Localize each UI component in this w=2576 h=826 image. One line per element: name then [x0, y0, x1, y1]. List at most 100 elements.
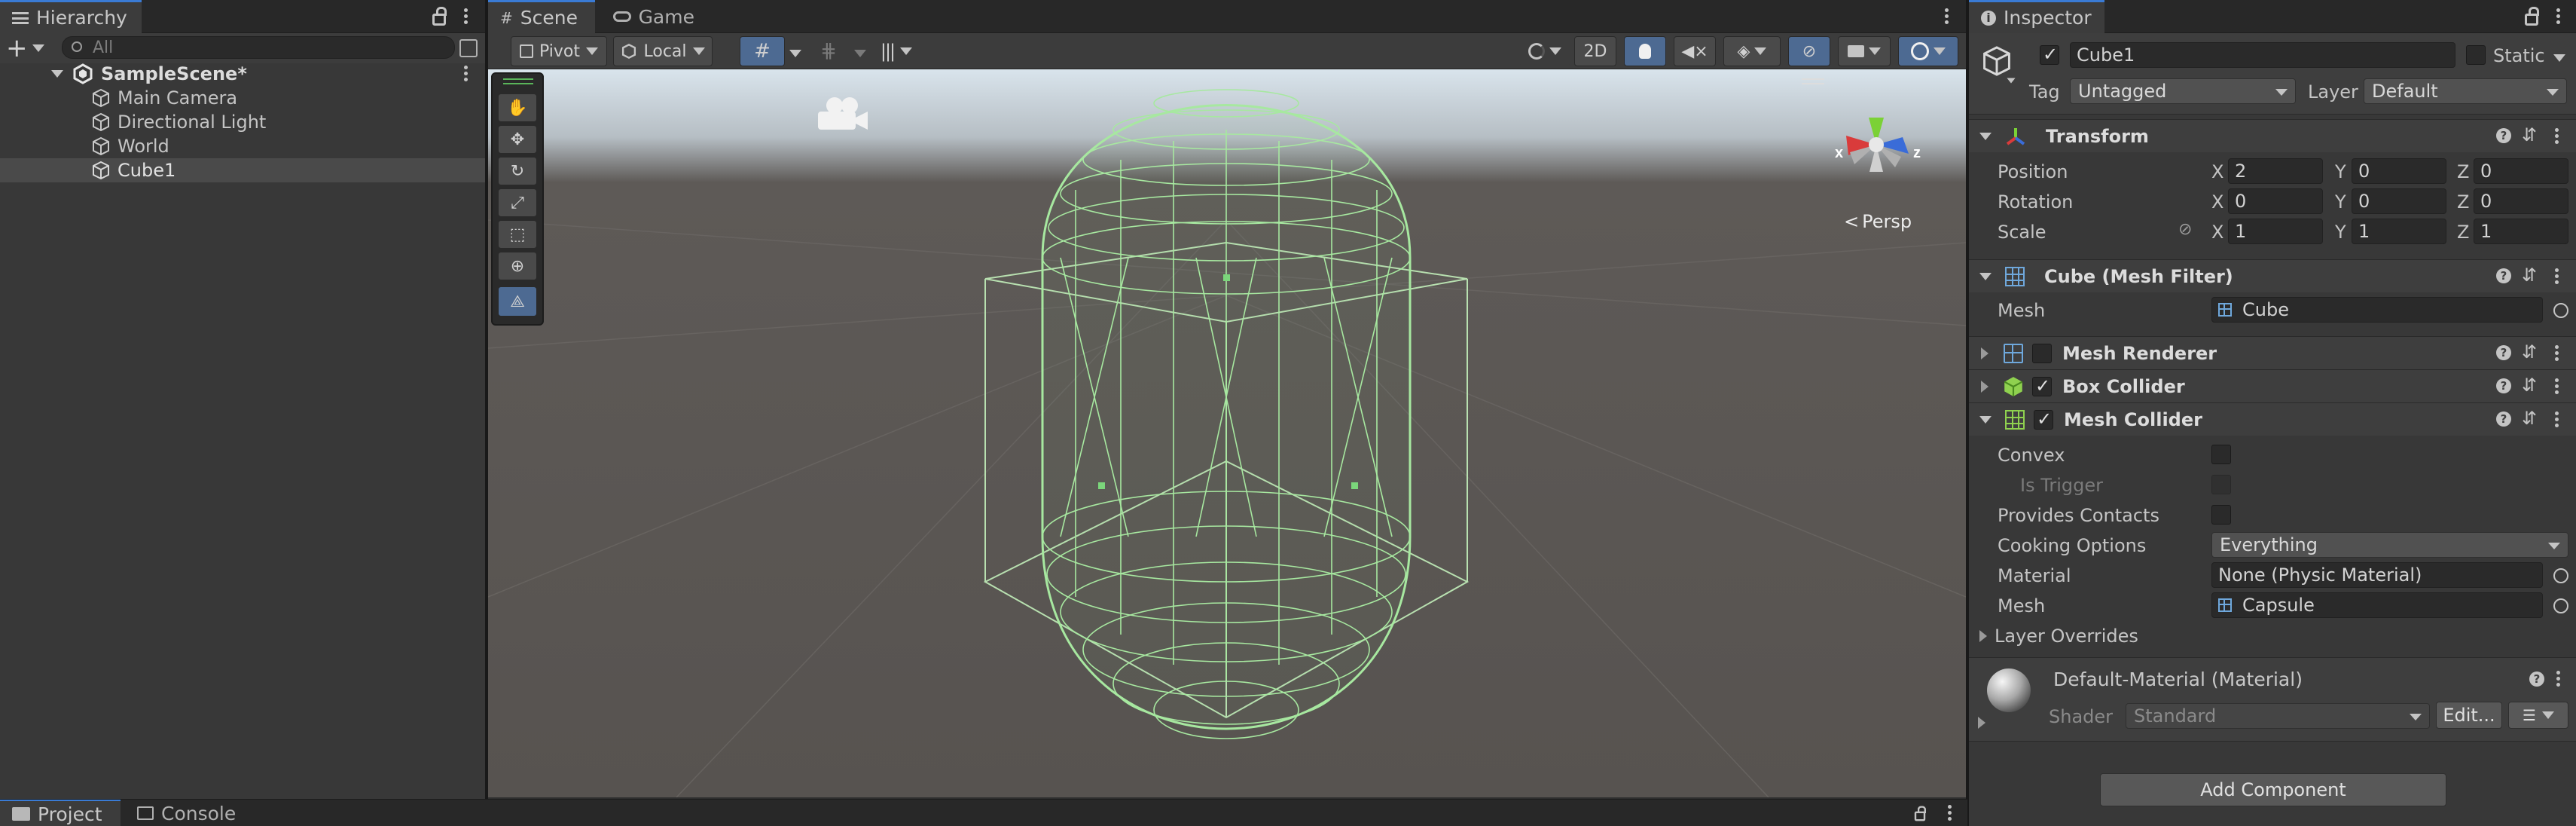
hierarchy-item-cube1[interactable]: Cube1 [0, 158, 485, 182]
tab-inspector[interactable]: i Inspector [1969, 0, 2104, 33]
shader-dropdown[interactable]: Standard [2126, 703, 2430, 729]
rotate-tool-button[interactable]: ↻ [498, 157, 537, 185]
mesh-collider-header[interactable]: Mesh Collider ? ⇵ [1969, 402, 2576, 436]
custom-tool-button[interactable]: ⟁ [498, 286, 537, 317]
presets-icon[interactable]: ⇵ [2522, 124, 2537, 145]
grid-snap-toggle[interactable]: # [740, 36, 785, 66]
foldout-icon[interactable] [1979, 415, 1992, 424]
chevron-down-icon[interactable] [789, 50, 801, 57]
mesh-filter-header[interactable]: Cube (Mesh Filter) ? ⇵ [1969, 259, 2576, 292]
inspector-menu-icon[interactable] [2556, 6, 2561, 26]
scene-menu-icon[interactable] [1945, 6, 1949, 26]
foldout-collapsed-icon[interactable] [1981, 347, 1988, 359]
camera-dropdown[interactable] [1838, 36, 1891, 66]
tag-dropdown[interactable]: Untagged [2070, 78, 2296, 104]
rotation-x-label[interactable]: X [2211, 191, 2223, 213]
scene-viewport[interactable]: ✋ ✥ ↻ ⤢ ⬚ ⊕ ⟁ x z < Persp [488, 69, 1966, 797]
help-icon[interactable]: ? [2529, 672, 2544, 687]
tab-scene[interactable]: # Scene [488, 0, 595, 33]
add-component-button[interactable]: Add Component [2100, 773, 2446, 806]
mesh-renderer-enabled-checkbox[interactable] [2032, 343, 2052, 363]
active-checkbox[interactable] [2040, 44, 2059, 65]
help-icon[interactable]: ? [2496, 128, 2511, 143]
foldout-icon[interactable] [51, 70, 63, 78]
hierarchy-item-directional-light[interactable]: Directional Light [0, 110, 485, 134]
lighting-toggle[interactable] [1624, 36, 1666, 66]
rotation-x-field[interactable]: 0 [2228, 188, 2323, 214]
scene-gizmo-drag-handle[interactable] [1802, 78, 1824, 84]
presets-icon[interactable]: ⇵ [2522, 341, 2537, 363]
scale-tool-button[interactable]: ⤢ [498, 188, 537, 217]
orientation-gizmo[interactable]: x z [1820, 99, 1933, 197]
increment-snap-toggle[interactable]: ||| [868, 36, 925, 66]
convex-checkbox[interactable] [2211, 445, 2231, 464]
object-picker-icon[interactable] [2553, 568, 2568, 583]
shader-edit-button[interactable]: Edit... [2436, 702, 2502, 729]
lock-icon[interactable] [432, 7, 447, 26]
position-y-label[interactable]: Y [2335, 161, 2346, 182]
mesh-renderer-header[interactable]: Mesh Renderer ? ⇵ [1969, 336, 2576, 369]
chevron-down-icon[interactable] [854, 50, 866, 57]
search-options-icon[interactable] [459, 39, 478, 57]
icon-dropdown-arrow[interactable] [2007, 78, 2016, 84]
scale-z-field[interactable]: 1 [2474, 219, 2568, 244]
hand-tool-button[interactable]: ✋ [498, 93, 537, 122]
component-menu-icon[interactable] [2555, 266, 2559, 286]
rotation-y-label[interactable]: Y [2335, 191, 2346, 213]
camera-gizmo-icon[interactable] [812, 92, 872, 137]
static-checkbox[interactable] [2466, 45, 2486, 65]
hierarchy-item-main-camera[interactable]: Main Camera [0, 86, 485, 110]
rotation-z-label[interactable]: Z [2457, 191, 2469, 213]
scale-x-field[interactable]: 1 [2228, 219, 2323, 244]
object-name-field[interactable]: Cube1 [2070, 42, 2455, 68]
bottom-menu-icon[interactable] [1948, 803, 1952, 823]
component-menu-icon[interactable] [2555, 376, 2559, 396]
toggle-2d-button[interactable]: 2D [1574, 36, 1616, 66]
scale-z-label[interactable]: Z [2457, 222, 2469, 243]
rotation-z-field[interactable]: 0 [2474, 188, 2568, 214]
presets-icon[interactable]: ⇵ [2522, 375, 2537, 396]
rect-tool-button[interactable]: ⬚ [498, 220, 537, 249]
position-y-field[interactable]: 0 [2352, 158, 2446, 184]
component-menu-icon[interactable] [2555, 409, 2559, 430]
tab-project[interactable]: Project [0, 800, 121, 826]
position-x-label[interactable]: X [2211, 161, 2223, 182]
foldout-icon[interactable] [1979, 272, 1992, 280]
hierarchy-item-world[interactable]: World [0, 134, 485, 158]
box-collider-header[interactable]: Box Collider ? ⇵ [1969, 369, 2576, 402]
mesh-collider-enabled-checkbox[interactable] [2034, 408, 2053, 430]
tab-console[interactable]: Console [125, 800, 253, 826]
material-menu-icon[interactable] [2556, 668, 2561, 689]
persp-toggle[interactable]: < Persp [1844, 211, 1912, 232]
hierarchy-search-input[interactable]: All [62, 36, 455, 59]
draw-mode-dropdown[interactable] [1520, 36, 1570, 66]
layer-overrides-foldout[interactable]: Layer Overrides [1979, 626, 2138, 647]
box-collider-enabled-checkbox[interactable] [2032, 375, 2052, 396]
add-button[interactable]: + [6, 35, 51, 61]
help-icon[interactable]: ? [2496, 378, 2511, 393]
object-picker-icon[interactable] [2553, 598, 2568, 613]
static-dropdown-arrow[interactable] [2553, 54, 2565, 62]
scene-row[interactable]: SampleScene* [0, 62, 485, 86]
presets-icon[interactable]: ⇵ [2522, 408, 2537, 429]
position-x-field[interactable]: 2 [2228, 158, 2323, 184]
tab-game[interactable]: Game [601, 0, 707, 33]
pivot-dropdown[interactable]: Pivot [511, 36, 607, 66]
effects-dropdown[interactable]: ◈ [1723, 36, 1781, 66]
help-icon[interactable]: ? [2496, 268, 2511, 283]
hidden-objects-toggle[interactable]: ⊘ [1788, 36, 1830, 66]
foldout-icon[interactable] [1979, 132, 1992, 140]
help-icon[interactable]: ? [2496, 411, 2511, 427]
mesh-filter-mesh-field[interactable]: Cube [2211, 297, 2543, 323]
cooking-options-dropdown[interactable]: Everything [2211, 532, 2568, 558]
shader-list-button[interactable]: ☰ [2508, 702, 2568, 729]
component-menu-icon[interactable] [2555, 126, 2559, 146]
constrain-proportions-icon[interactable]: ⊘ [2178, 220, 2192, 239]
component-menu-icon[interactable] [2555, 343, 2559, 363]
gizmos-dropdown[interactable] [1898, 36, 1958, 66]
position-z-field[interactable]: 0 [2474, 158, 2568, 184]
local-dropdown[interactable]: Local [613, 36, 713, 66]
layer-dropdown[interactable]: Default [2364, 78, 2567, 104]
tab-hierarchy[interactable]: Hierarchy [0, 0, 142, 33]
audio-toggle[interactable]: ◀× [1674, 36, 1716, 66]
